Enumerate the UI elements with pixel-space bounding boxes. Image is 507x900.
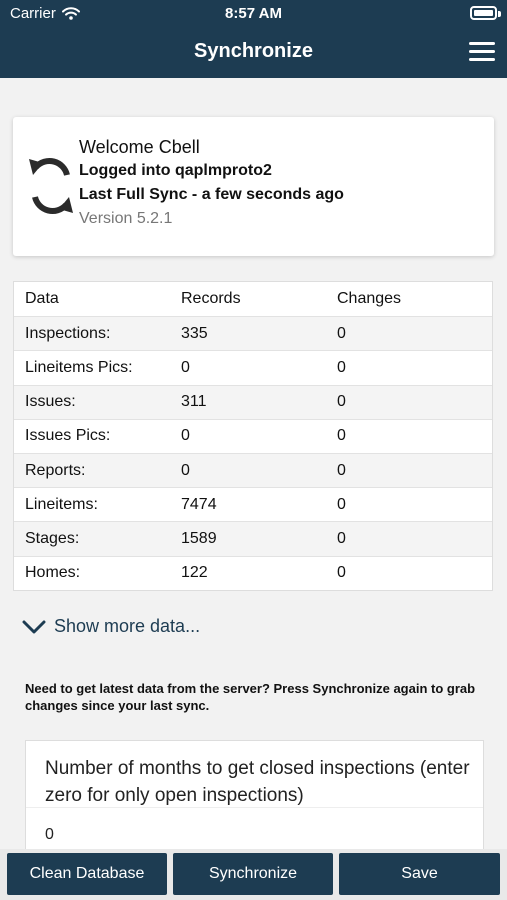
row-label: Inspections: [25,324,111,342]
synchronize-button[interactable]: Synchronize [173,853,333,895]
battery-tip [498,11,501,17]
show-more-label: Show more data... [54,616,201,636]
row-label: Reports: [25,461,86,479]
bottom-button-bar: Clean Database Synchronize Save [0,849,507,900]
table-row: Lineitems Pics: 0 0 [14,350,492,384]
row-records: 122 [181,564,208,582]
battery-icon [470,6,497,20]
save-button[interactable]: Save [339,853,500,895]
page-title: Synchronize [194,40,313,62]
column-header-data: Data [25,290,59,308]
table-header-row: Data Records Changes [14,282,492,316]
column-header-records: Records [181,290,241,308]
last-sync-text: Last Full Sync - a few seconds ago [79,186,344,203]
table-row: Issues Pics: 0 0 [14,418,492,453]
table-row: Reports: 0 0 [14,452,492,488]
row-changes: 0 [337,461,346,479]
table-row: Lineitems: 7474 0 [14,487,492,521]
row-records: 0 [181,358,190,376]
row-label: Lineitems: [25,495,98,513]
logged-in-text: Logged into qaplmproto2 [79,162,272,179]
row-records: 7474 [181,495,217,513]
show-more-data-link[interactable]: Show more data... [22,616,200,637]
months-input[interactable] [26,807,483,853]
row-label: Lineitems Pics: [25,358,133,376]
version-text: Version 5.2.1 [79,210,173,227]
hamburger-menu-icon[interactable] [469,42,495,62]
table-row: Stages: 1589 0 [14,521,492,556]
row-changes: 0 [337,564,346,582]
row-records: 311 [181,393,207,411]
row-changes: 0 [337,358,346,376]
row-label: Issues Pics: [25,427,111,445]
table-row: Issues: 311 0 [14,384,492,419]
row-changes: 0 [337,393,346,411]
row-records: 0 [181,427,190,445]
row-label: Homes: [25,564,81,582]
row-changes: 0 [337,495,346,513]
row-label: Stages: [25,529,80,547]
sync-icon [29,158,73,214]
months-setting: Number of months to get closed inspectio… [25,740,484,853]
sync-data-table: Data Records Changes Inspections: 335 0 … [13,281,493,591]
row-changes: 0 [337,529,346,547]
months-label: Number of months to get closed inspectio… [45,758,470,806]
table-row: Homes: 122 0 [14,555,492,590]
row-records: 335 [181,324,208,342]
row-records: 1589 [181,529,217,547]
row-label: Issues: [25,393,76,411]
row-changes: 0 [337,427,346,445]
chevron-down-icon [22,620,46,633]
table-row: Inspections: 335 0 [14,316,492,351]
clean-database-button[interactable]: Clean Database [7,853,167,895]
row-records: 0 [181,461,190,479]
row-changes: 0 [337,324,346,342]
status-bar: Carrier 8:57 AM [0,0,507,30]
column-header-changes: Changes [337,290,402,308]
sync-instructions: Need to get latest data from the server?… [25,681,476,713]
sync-info-card: Welcome Cbell Logged into qaplmproto2 La… [13,117,494,256]
status-time: 8:57 AM [225,5,282,22]
navigation-bar: Carrier 8:57 AM Synchronize [0,0,507,78]
welcome-text: Welcome Cbell [79,137,200,157]
